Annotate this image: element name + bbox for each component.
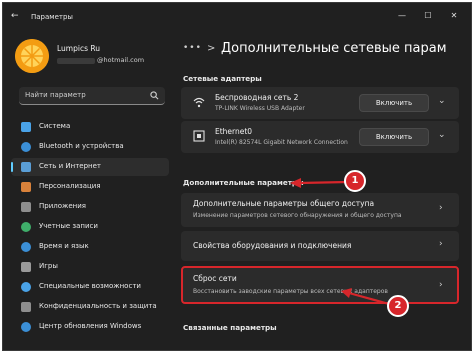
annotation-badge-1: 1	[344, 170, 366, 192]
arrow-2-icon	[341, 288, 390, 306]
settings-window: ← Параметры — ☐ ✕ Lumpics Ru @hotmail.co…	[2, 2, 472, 351]
annotation-badge-2: 2	[387, 295, 409, 317]
arrow-1-icon	[290, 178, 349, 188]
